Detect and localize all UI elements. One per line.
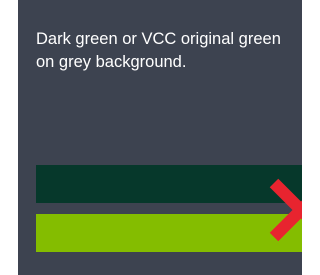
original-green-swatch bbox=[36, 214, 302, 252]
color-example-card: Dark green or VCC original green on grey… bbox=[18, 0, 302, 275]
dark-green-swatch bbox=[36, 165, 302, 203]
caption-text: Dark green or VCC original green on grey… bbox=[36, 30, 281, 71]
cross-icon bbox=[269, 178, 302, 242]
